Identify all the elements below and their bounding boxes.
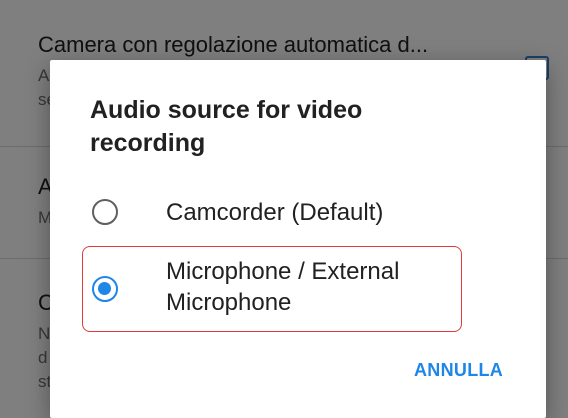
radio-unselected-icon[interactable] xyxy=(92,199,118,225)
dialog-title: Audio source for video recording xyxy=(90,96,363,157)
selection-highlight xyxy=(82,246,462,332)
audio-source-dialog: Audio source for video recording Camcord… xyxy=(50,60,546,418)
option-label: Camcorder (Default) xyxy=(166,199,384,226)
option-camcorder[interactable]: Camcorder (Default) xyxy=(74,192,524,232)
cancel-button[interactable]: ANNULLA xyxy=(408,356,509,385)
